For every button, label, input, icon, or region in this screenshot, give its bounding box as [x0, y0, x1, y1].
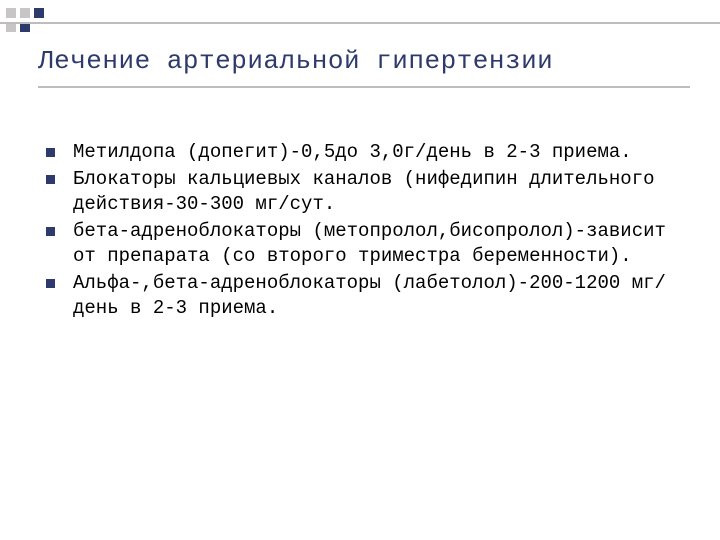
- bullet-icon: [46, 279, 55, 288]
- deco-square: [20, 8, 30, 18]
- bullet-text: Альфа-,бета-адреноблокаторы (лабетолол)-…: [73, 271, 680, 321]
- title-underline: [38, 86, 690, 88]
- bullet-icon: [46, 148, 55, 157]
- bullet-text: бета-адреноблокаторы (метопролол,бисопро…: [73, 219, 680, 269]
- bullet-text: Блокаторы кальциевых каналов (нифедипин …: [73, 167, 680, 217]
- bullet-icon: [46, 175, 55, 184]
- slide: Лечение артериальной гипертензии Метилдо…: [0, 0, 720, 540]
- slide-title: Лечение артериальной гипертензии: [38, 46, 690, 76]
- list-item: Блокаторы кальциевых каналов (нифедипин …: [46, 167, 680, 217]
- list-item: бета-адреноблокаторы (метопролол,бисопро…: [46, 219, 680, 269]
- bullet-list: Метилдопа (допегит)-0,5до 3,0г/день в 2-…: [46, 140, 680, 323]
- list-item: Метилдопа (допегит)-0,5до 3,0г/день в 2-…: [46, 140, 680, 165]
- bullet-icon: [46, 227, 55, 236]
- bullet-text: Метилдопа (допегит)-0,5до 3,0г/день в 2-…: [73, 140, 680, 165]
- list-item: Альфа-,бета-адреноблокаторы (лабетолол)-…: [46, 271, 680, 321]
- deco-square: [34, 8, 44, 18]
- deco-square: [6, 8, 16, 18]
- top-divider: [0, 22, 720, 24]
